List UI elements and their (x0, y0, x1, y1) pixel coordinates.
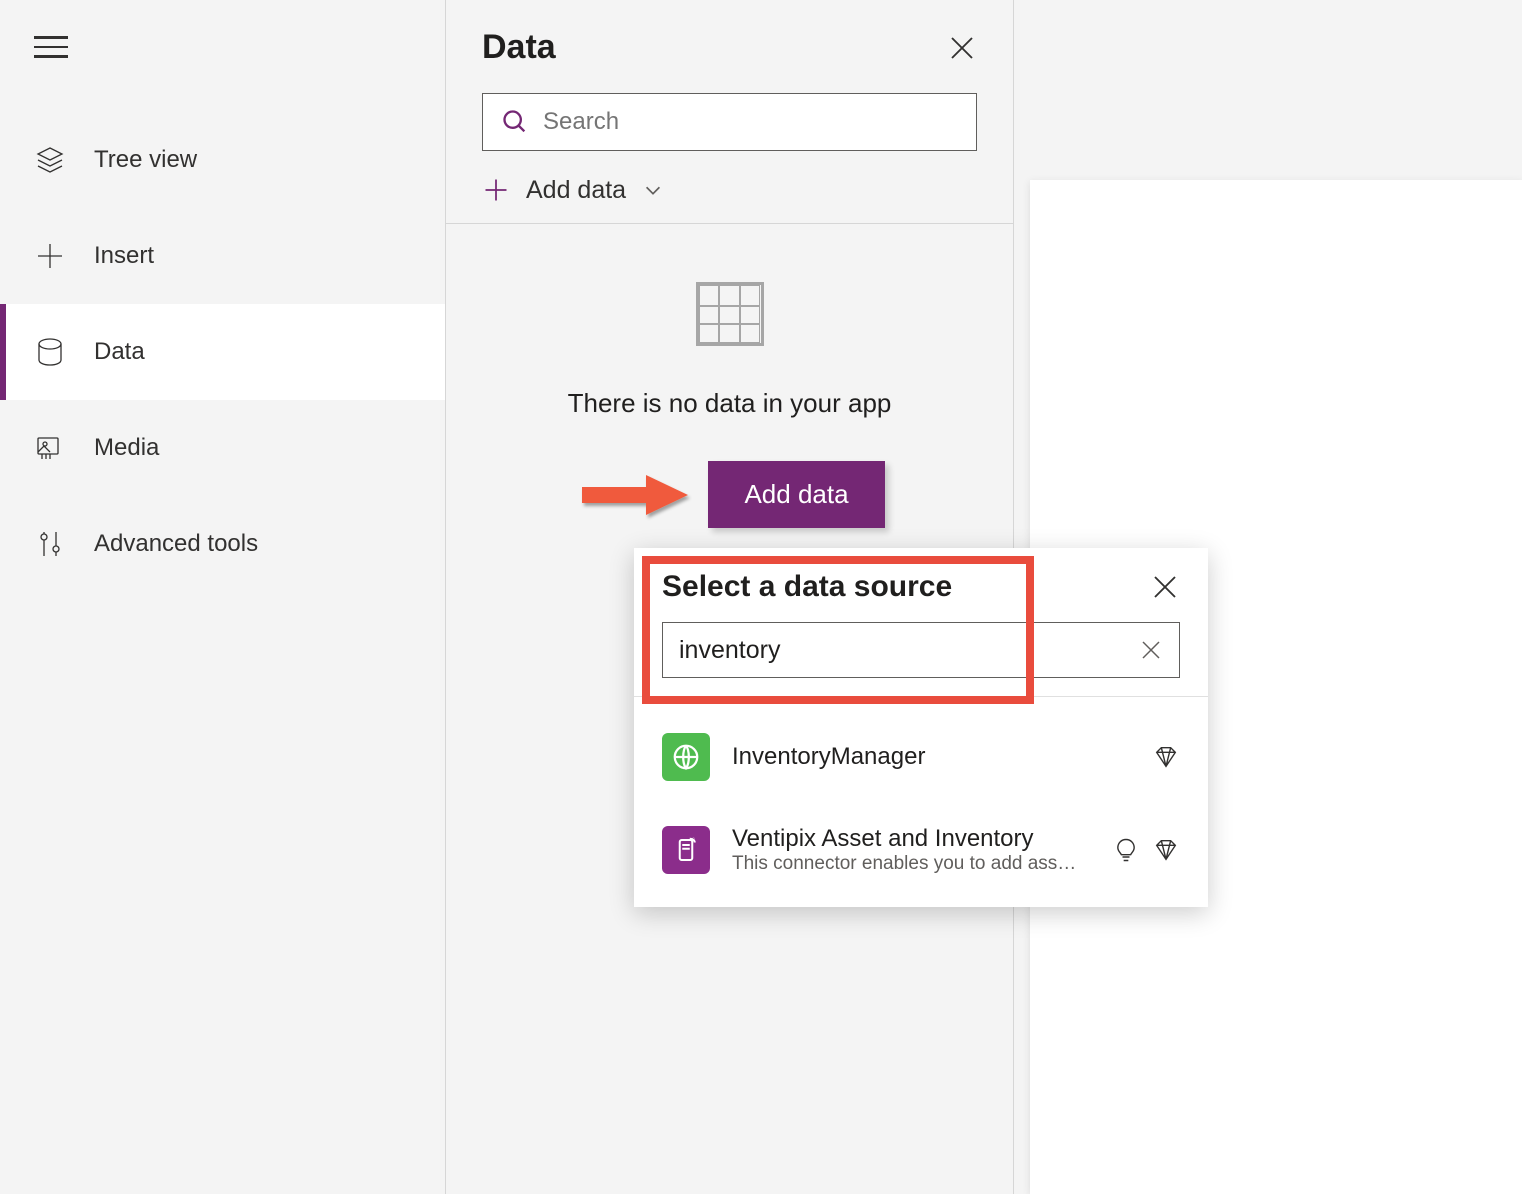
panel-title: Data (482, 28, 556, 67)
nav-label: Tree view (94, 146, 197, 174)
premium-diamond-icon (1152, 743, 1180, 771)
connector-name: Ventipix Asset and Inventory (732, 825, 1104, 853)
clear-search-button[interactable] (1139, 638, 1163, 662)
database-icon (32, 334, 68, 370)
nav-item-advanced-tools[interactable]: Advanced tools (0, 496, 445, 592)
select-data-source-popup: Select a data source InventoryManager (634, 548, 1208, 907)
data-search-input[interactable] (543, 108, 958, 136)
hamburger-menu-button[interactable] (34, 30, 68, 64)
nav-item-tree-view[interactable]: Tree view (0, 112, 445, 208)
layers-icon (32, 142, 68, 178)
add-data-dropdown[interactable]: Add data (482, 167, 977, 223)
connector-description: This connector enables you to add ass… (732, 853, 1104, 875)
nav-label: Data (94, 338, 145, 366)
nav-item-data[interactable]: Data (0, 304, 445, 400)
tools-icon (32, 526, 68, 562)
lightbulb-icon (1112, 836, 1140, 864)
chevron-down-icon (642, 179, 664, 201)
close-popup-button[interactable] (1150, 572, 1180, 602)
add-data-label: Add data (526, 176, 626, 205)
connector-device-icon (662, 826, 710, 874)
close-panel-button[interactable] (947, 33, 977, 63)
data-source-search-box[interactable] (662, 622, 1180, 678)
premium-diamond-icon (1152, 836, 1180, 864)
data-source-item-ventipix[interactable]: Ventipix Asset and Inventory This connec… (634, 803, 1208, 897)
arrow-annotation-icon (574, 469, 694, 521)
connector-globe-icon (662, 733, 710, 781)
nav-item-media[interactable]: Media (0, 400, 445, 496)
data-source-search-input[interactable] (679, 636, 1139, 665)
nav-list: Tree view Insert Data Media Advanced too… (0, 112, 445, 592)
plus-icon (32, 238, 68, 274)
data-panel-header: Data Add data (446, 0, 1013, 223)
data-source-list: InventoryManager Ventipix Asset and Inve… (634, 697, 1208, 907)
search-icon (501, 108, 529, 136)
nav-label: Advanced tools (94, 530, 258, 558)
nav-label: Media (94, 434, 159, 462)
popup-title: Select a data source (662, 570, 952, 604)
nav-item-insert[interactable]: Insert (0, 208, 445, 304)
empty-state: There is no data in your app Add data (446, 224, 1013, 528)
nav-label: Insert (94, 242, 154, 270)
data-search-box[interactable] (482, 93, 977, 151)
empty-message: There is no data in your app (446, 388, 1013, 419)
add-data-button[interactable]: Add data (708, 461, 884, 528)
table-icon (696, 282, 764, 346)
plus-icon (482, 176, 510, 204)
connector-name: InventoryManager (732, 743, 1144, 771)
data-source-item-inventorymanager[interactable]: InventoryManager (634, 711, 1208, 803)
media-icon (32, 430, 68, 466)
left-nav-panel: Tree view Insert Data Media Advanced too… (0, 0, 446, 1194)
